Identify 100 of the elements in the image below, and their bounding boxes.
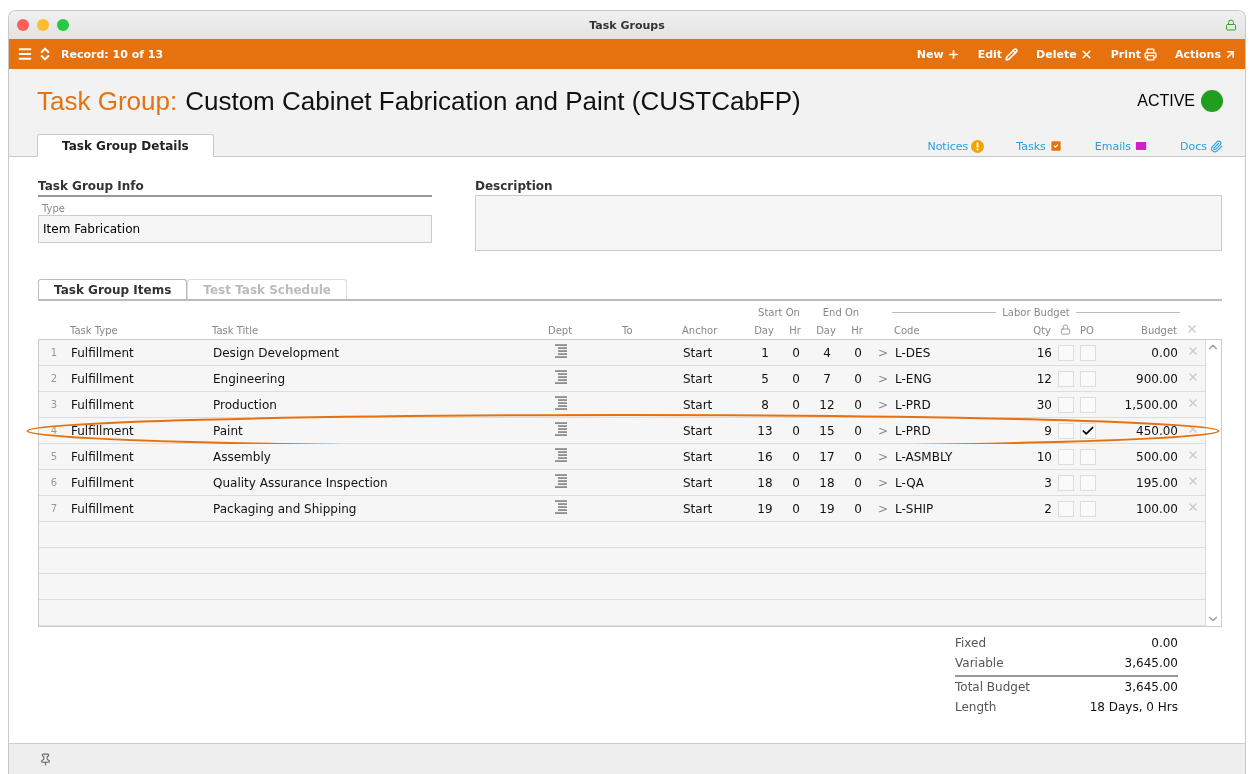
minimize-button[interactable] <box>37 19 49 31</box>
table-cell-text: L-QA <box>894 475 925 490</box>
tab[interactable]: Task Group Details <box>37 134 214 157</box>
table-cell-text: 18 <box>818 475 836 490</box>
lock-checkbox[interactable] <box>1058 422 1074 439</box>
table-cell-text: 1,500.00 <box>1123 397 1179 412</box>
delete-icon[interactable] <box>1187 345 1199 357</box>
table-cell-text: 0 <box>853 475 863 490</box>
lock-checkbox[interactable] <box>1058 344 1074 361</box>
type-field[interactable]: Item Fabrication <box>38 215 432 243</box>
table-cell-text: 195.00 <box>1135 475 1179 490</box>
close-icon <box>1079 47 1093 61</box>
table-cell-text: L-SHIP <box>894 501 935 516</box>
link[interactable]: Docs <box>1180 139 1223 153</box>
table-cell-text: L-ASMBLY <box>894 449 954 464</box>
close-button[interactable] <box>17 19 29 31</box>
expand-arrow[interactable]: > <box>873 449 893 464</box>
table-cell-text: 0 <box>791 371 801 386</box>
delete-icon[interactable] <box>1187 423 1199 435</box>
delete-icon[interactable] <box>1187 501 1199 513</box>
expand-arrow[interactable]: > <box>873 345 893 360</box>
table-cell-text: 7 <box>822 371 832 386</box>
list-icon[interactable] <box>554 448 568 462</box>
po-checkbox[interactable] <box>1080 370 1096 387</box>
column-header: Hr <box>788 324 802 336</box>
tab[interactable]: Test Task Schedule <box>187 279 347 299</box>
table-cell-text: 100.00 <box>1135 501 1179 516</box>
plus-icon <box>946 47 960 61</box>
zoom-button[interactable] <box>57 19 69 31</box>
toolbar-button[interactable]: Delete <box>1036 47 1093 61</box>
section-heading: Description <box>475 179 554 195</box>
table-cell-text: 3 <box>1043 475 1053 490</box>
table-cell-text: Assembly <box>212 449 272 464</box>
lock-checkbox[interactable] <box>1058 474 1074 491</box>
table-cell-text: 30 <box>1035 397 1053 412</box>
table-cell-text: L-ENG <box>894 371 933 386</box>
table-cell-text: 0 <box>853 345 863 360</box>
table-cell-text: Start <box>682 475 714 490</box>
list-icon[interactable] <box>554 422 568 436</box>
tab[interactable]: Task Group Items <box>38 279 188 299</box>
summary-label: Total Budget <box>955 680 1030 694</box>
po-checkbox[interactable] <box>1080 344 1096 361</box>
column-header: Task Type <box>69 324 119 336</box>
description-field[interactable] <box>475 195 1222 251</box>
delete-icon[interactable] <box>1187 449 1199 461</box>
menu-icon[interactable] <box>17 46 33 62</box>
expand-arrow[interactable]: > <box>873 475 893 490</box>
table-cell-text: 0 <box>791 397 801 412</box>
table-cell-text: Paint <box>212 423 244 438</box>
po-checkbox[interactable] <box>1080 422 1096 439</box>
pin-icon[interactable] <box>39 753 52 766</box>
table-cell-text: 12 <box>818 397 836 412</box>
list-icon[interactable] <box>554 474 568 488</box>
list-icon[interactable] <box>554 370 568 384</box>
toolbar-button[interactable]: Actions <box>1175 47 1237 61</box>
link[interactable]: Tasks <box>1016 139 1063 153</box>
toolbar-button[interactable]: Print <box>1110 47 1157 61</box>
summary-label: Fixed <box>955 636 987 650</box>
lock-icon <box>1059 323 1071 335</box>
toolbar-button[interactable]: Edit <box>977 47 1019 61</box>
mail-icon <box>1134 139 1148 153</box>
table-cell-text: 19 <box>818 501 836 516</box>
table-cell-text: 900.00 <box>1135 371 1179 386</box>
table-cell-text: 0 <box>853 397 863 412</box>
lock-checkbox[interactable] <box>1058 396 1074 413</box>
paperclip-icon <box>1210 139 1223 153</box>
table-cell-text: Start <box>682 371 714 386</box>
close-icon <box>1186 323 1198 335</box>
expand-arrow[interactable]: > <box>873 371 893 386</box>
table-cell-text: 13 <box>756 423 774 438</box>
link[interactable]: Notices <box>927 139 985 153</box>
po-checkbox[interactable] <box>1080 396 1096 413</box>
table-cell-text: 1 <box>760 345 770 360</box>
list-icon[interactable] <box>554 396 568 410</box>
table-cell-text: 0 <box>791 345 801 360</box>
po-checkbox[interactable] <box>1080 448 1096 465</box>
po-checkbox[interactable] <box>1080 474 1096 491</box>
list-icon[interactable] <box>554 344 568 358</box>
expand-arrow[interactable]: > <box>873 397 893 412</box>
table-cell-text: 16 <box>756 449 774 464</box>
list-icon[interactable] <box>554 500 568 514</box>
po-checkbox[interactable] <box>1080 500 1096 517</box>
table-cell-text: Fulfillment <box>70 371 135 386</box>
lock-checkbox[interactable] <box>1058 448 1074 465</box>
printer-icon <box>1144 47 1157 61</box>
expand-arrow[interactable]: > <box>873 501 893 516</box>
delete-icon[interactable] <box>1187 371 1199 383</box>
table-cell-text: 17 <box>818 449 836 464</box>
expand-arrow[interactable]: > <box>873 423 893 438</box>
link[interactable]: Emails <box>1094 139 1148 153</box>
delete-icon[interactable] <box>1187 475 1199 487</box>
table-cell-text: 450.00 <box>1135 423 1179 438</box>
table-cell-text: Quality Assurance Inspection <box>212 475 389 490</box>
table-cell-text: 5 <box>760 371 770 386</box>
lock-checkbox[interactable] <box>1058 500 1074 517</box>
table-cell-text: 500.00 <box>1135 449 1179 464</box>
toolbar-button[interactable]: New <box>916 47 960 61</box>
delete-icon[interactable] <box>1187 397 1199 409</box>
lock-checkbox[interactable] <box>1058 370 1074 387</box>
table-cell-text: Fulfillment <box>70 501 135 516</box>
